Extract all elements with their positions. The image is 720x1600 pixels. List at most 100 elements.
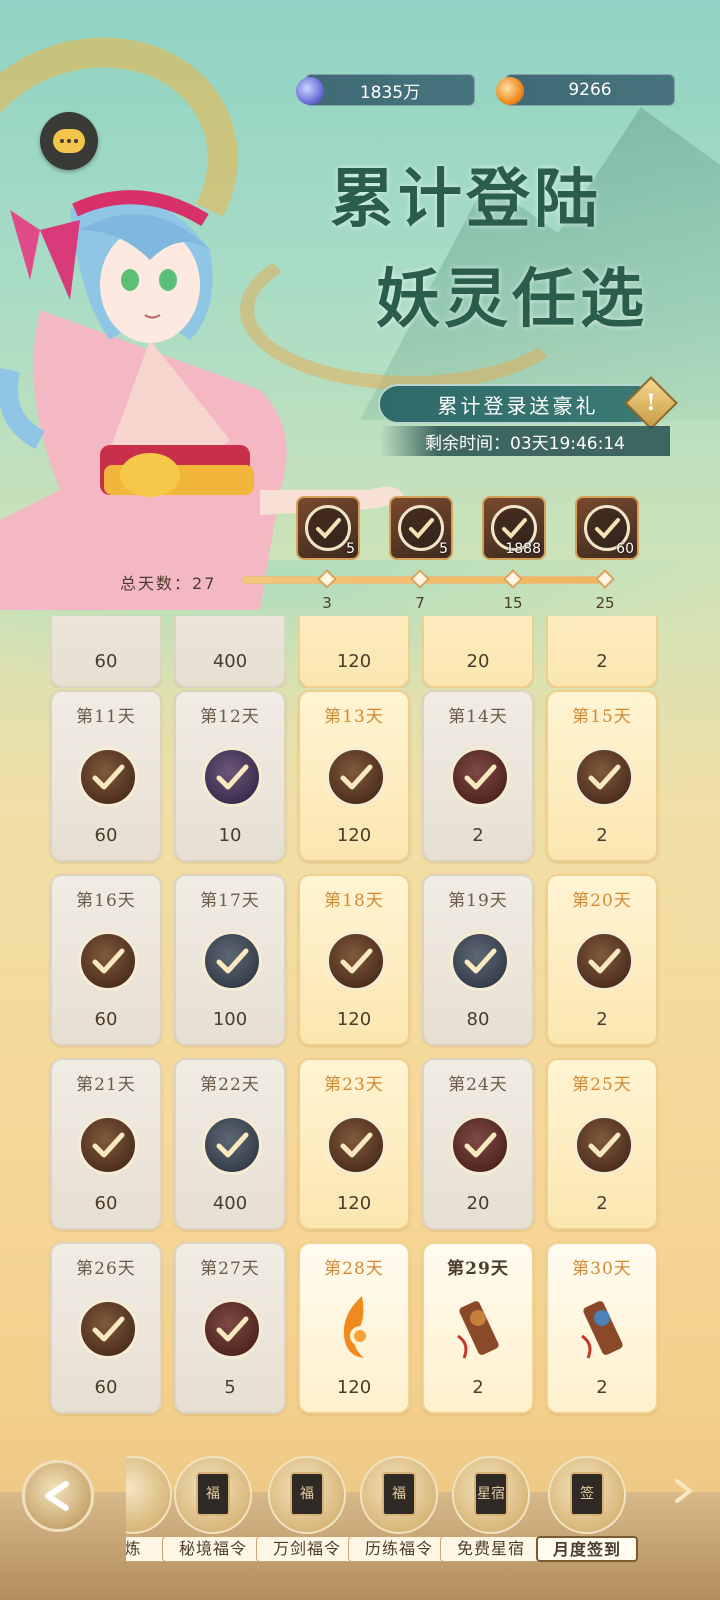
day-reward-qty: 60 xyxy=(94,1009,118,1030)
day-label: 第15天 xyxy=(572,707,632,727)
day-card[interactable]: 第30天 2 xyxy=(546,1242,658,1414)
day-reward-qty: 2 xyxy=(472,1377,484,1398)
day-card[interactable]: 第24天 20 xyxy=(422,1058,534,1230)
checkmark-icon xyxy=(78,931,138,991)
day-reward-qty: 60 xyxy=(94,1377,118,1398)
checkmark-icon xyxy=(450,931,510,991)
checkmark-icon xyxy=(202,1115,262,1175)
day-card[interactable]: 第18天 120 xyxy=(298,874,410,1046)
day-label: 第12天 xyxy=(200,707,260,727)
checkmark-icon xyxy=(202,1299,262,1359)
day-reward-qty: 400 xyxy=(212,651,248,672)
day-card[interactable]: 60 xyxy=(50,616,162,688)
day-label: 第20天 xyxy=(572,891,632,911)
day-reward-qty: 120 xyxy=(336,1377,372,1398)
day-reward-qty: 2 xyxy=(596,1193,608,1214)
day-reward-qty: 2 xyxy=(472,825,484,846)
tab-4[interactable]: 福历练福令 xyxy=(348,1450,450,1594)
day-card[interactable]: 第12天 10 xyxy=(174,690,286,862)
day-card[interactable]: 400 xyxy=(174,616,286,688)
day-card[interactable]: 第21天 60 xyxy=(50,1058,162,1230)
day-card[interactable]: 第20天 2 xyxy=(546,874,658,1046)
checkmark-icon xyxy=(574,1115,634,1175)
day-reward-qty: 20 xyxy=(466,1193,490,1214)
day-reward-qty: 2 xyxy=(596,1009,608,1030)
checkmark-icon xyxy=(202,931,262,991)
tab-badge-icon: 福 xyxy=(196,1472,230,1516)
day-card[interactable]: 第13天 120 xyxy=(298,690,410,862)
day-card[interactable]: 第16天 60 xyxy=(50,874,162,1046)
daily-reward-grid: 60 400 120 20 2 第11天 60 第12天 10 第13天 120 第14天 2 第15天 2… xyxy=(50,0,670,1600)
tab-badge-icon: 福 xyxy=(382,1472,416,1516)
checkmark-icon xyxy=(78,1299,138,1359)
tab-badge-icon: 福 xyxy=(290,1472,324,1516)
day-label: 第26天 xyxy=(76,1259,136,1279)
day-card[interactable]: 第11天 60 xyxy=(50,690,162,862)
checkmark-icon xyxy=(450,1115,510,1175)
tab-badge-icon: 签 xyxy=(570,1472,604,1516)
checkmark-icon xyxy=(326,931,386,991)
day-label: 第27天 xyxy=(200,1259,260,1279)
day-reward-qty: 2 xyxy=(596,825,608,846)
day-card[interactable]: 第14天 2 xyxy=(422,690,534,862)
day-card[interactable]: 120 xyxy=(298,616,410,688)
day-reward-qty: 10 xyxy=(218,825,242,846)
tab-5[interactable]: 星宿 免费星宿 xyxy=(440,1450,542,1594)
day-card[interactable]: 第29天 2 xyxy=(422,1242,534,1414)
checkmark-icon xyxy=(78,1115,138,1175)
scroll-right-icon[interactable] xyxy=(668,1476,698,1506)
day-reward-qty: 2 xyxy=(596,651,608,672)
tab-3[interactable]: 福万剑福令 xyxy=(256,1450,358,1594)
day-card[interactable]: 第17天 100 xyxy=(174,874,286,1046)
day-card[interactable]: 第15天 2 xyxy=(546,690,658,862)
back-arrow-icon xyxy=(45,1481,69,1511)
day-card[interactable]: 第19天 80 xyxy=(422,874,534,1046)
checkmark-icon xyxy=(326,747,386,807)
day-reward-qty: 120 xyxy=(336,1009,372,1030)
day-label: 第11天 xyxy=(76,707,136,727)
checkmark-icon xyxy=(574,747,634,807)
day-reward-qty: 100 xyxy=(212,1009,248,1030)
day-card[interactable]: 2 xyxy=(546,616,658,688)
day-card[interactable]: 第27天 5 xyxy=(174,1242,286,1414)
day-label: 第14天 xyxy=(448,707,508,727)
day-card[interactable]: 第28天 120 xyxy=(298,1242,410,1414)
day-label: 第24天 xyxy=(448,1075,508,1095)
tab-label: 免费星宿 xyxy=(440,1536,542,1562)
tab-2[interactable]: 福秘境福令 xyxy=(162,1450,264,1594)
day-card[interactable]: 第22天 400 xyxy=(174,1058,286,1230)
day-reward-qty: 120 xyxy=(336,1193,372,1214)
day-label: 第23天 xyxy=(324,1075,384,1095)
day-reward-qty: 80 xyxy=(466,1009,490,1030)
day-reward-qty: 400 xyxy=(212,1193,248,1214)
tab-label: 月度签到 xyxy=(536,1536,638,1562)
day-reward-qty: 120 xyxy=(336,825,372,846)
tab-label: 历练福令 xyxy=(348,1536,450,1562)
day-label: 第18天 xyxy=(324,891,384,911)
day-reward-qty: 2 xyxy=(596,1377,608,1398)
flame-coin-icon xyxy=(343,1296,370,1358)
checkmark-icon xyxy=(326,1115,386,1175)
tab-6[interactable]: 签月度签到 xyxy=(536,1450,638,1594)
day-label: 第13天 xyxy=(324,707,384,727)
day-card[interactable]: 第26天 60 xyxy=(50,1242,162,1414)
tab-badge-icon: 星宿 xyxy=(474,1472,508,1516)
talisman-icon xyxy=(581,1301,623,1359)
day-label: 第22天 xyxy=(200,1075,260,1095)
day-label: 第16天 xyxy=(76,891,136,911)
checkmark-icon xyxy=(78,747,138,807)
tab-label: 秘境福令 xyxy=(162,1536,264,1562)
day-reward-qty: 60 xyxy=(94,825,118,846)
day-label: 第21天 xyxy=(76,1075,136,1095)
checkmark-icon xyxy=(574,931,634,991)
day-card[interactable]: 第25天 2 xyxy=(546,1058,658,1230)
checkmark-icon xyxy=(450,747,510,807)
checkmark-icon xyxy=(202,747,262,807)
day-card[interactable]: 20 xyxy=(422,616,534,688)
day-reward-qty: 60 xyxy=(94,651,118,672)
day-label: 第29天 xyxy=(447,1259,509,1279)
back-button[interactable] xyxy=(22,1460,94,1532)
talisman-icon xyxy=(457,1301,499,1359)
day-card[interactable]: 第23天 120 xyxy=(298,1058,410,1230)
day-label: 第17天 xyxy=(200,891,260,911)
